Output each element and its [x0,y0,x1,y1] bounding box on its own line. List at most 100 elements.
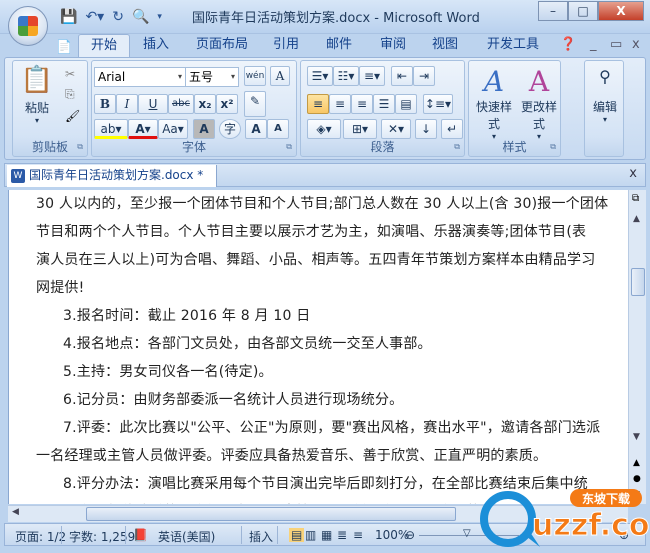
char-shading-button[interactable]: A [193,119,215,139]
outline-view-icon[interactable]: ≣ [337,528,347,542]
scroll-left-icon[interactable]: ◀ [12,507,19,517]
ruler-toggle-icon[interactable]: ⧉ [632,193,639,204]
align-center-button[interactable]: ≡ [329,94,351,114]
save-icon[interactable]: 💾 [60,9,77,25]
align-left-button[interactable]: ≡ [307,94,329,114]
tab-view[interactable]: 视图 [432,34,458,58]
superscript-button[interactable]: x² [216,94,238,114]
customize-qat-icon[interactable]: ▾ [157,12,162,22]
clear-formatting-icon[interactable]: ✎ [244,91,266,117]
document-line: 3.报名时间：截止 2016 年 8 月 10 日 [63,308,311,324]
horizontal-scroll-thumb[interactable] [86,507,456,521]
ribbon-minimize-icon[interactable]: _ [590,34,597,58]
office-button[interactable] [8,6,48,46]
copy-icon[interactable]: ⎘ [65,87,75,102]
help-icon[interactable]: ❓ [560,34,576,58]
tab-mailings[interactable]: 邮件 [326,34,352,58]
select-browse-object-icon[interactable]: ● [633,474,641,484]
print-layout-view-icon[interactable]: ▤ [289,528,305,542]
word-doc-icon: W [11,169,25,183]
page-indicator[interactable]: 页面: 1/2 [15,528,66,545]
document-page[interactable]: 30 人以内的，至少报一个团体节目和个人节目;部门总人数在 30 人以上(含 3… [8,190,628,504]
editing-button[interactable]: ⚲ 编辑 ▾ [587,67,623,124]
full-screen-reading-icon[interactable]: ▥ [305,528,316,542]
tab-review[interactable]: 审阅 [380,34,406,58]
sort-button[interactable]: ↓ [415,119,437,139]
web-layout-icon[interactable]: ▦ [321,528,332,542]
bullets-button[interactable]: ☰▾ [307,66,333,86]
print-preview-icon[interactable]: 🔍 [132,9,149,25]
phonetic-guide-button[interactable]: wén [244,66,266,86]
ribbon: 📋 粘贴 ▾ ✂ ⎘ 🖌 剪贴板 ⧉ Arial ▾ 五号 ▾ wén A B I … [4,57,646,160]
scroll-down-icon[interactable]: ▼ [633,432,640,442]
enclose-char-button[interactable]: 字 [219,119,241,139]
paragraph-launcher-icon[interactable]: ⧉ [454,142,460,152]
draft-view-icon[interactable]: ≡ [353,528,363,542]
ribbon-restore-icon[interactable]: ▭ [610,34,622,58]
proofing-icon[interactable]: 📕 [133,528,148,542]
show-marks-button[interactable]: ↵ [441,119,463,139]
close-button[interactable]: X [598,1,644,21]
font-group: Arial ▾ 五号 ▾ wén A B I U abc x₂ x² ✎ ab▾ A… [91,60,297,157]
tab-insert[interactable]: 插入 [143,34,169,58]
change-styles-button[interactable]: A 更改样式 ▾ [517,65,561,141]
shading-button[interactable]: ◈▾ [307,119,341,139]
close-document-button[interactable]: x [629,166,637,181]
svg-text:uzzf.com: uzzf.com [532,508,650,543]
align-right-button[interactable]: ≡ [351,94,373,114]
tab-references[interactable]: 引用 [273,34,299,58]
quick-access-toolbar: 💾 ↶▾ ↻ 🔍 ▾ [60,6,162,28]
tab-page-layout[interactable]: 页面布局 [196,34,248,58]
font-color-button[interactable]: A▾ [128,119,158,139]
clipboard-group: 📋 粘贴 ▾ ✂ ⎘ 🖌 剪贴板 ⧉ [12,60,88,157]
document-line: 一名经理或主管人员做评委。评委应具备热爱音乐、善于欣赏、正直严明的素质。 [36,448,548,464]
grow-font-button[interactable]: A [245,119,267,139]
borders-button[interactable]: ⊞▾ [343,119,377,139]
multilevel-list-button[interactable]: ≡▾ [359,66,385,86]
char-border-button[interactable]: A [270,66,290,86]
cut-icon[interactable]: ✂ [65,67,75,81]
redo-icon[interactable]: ↻ [112,9,124,25]
change-case-button[interactable]: Aa▾ [158,119,188,139]
shrink-font-button[interactable]: A [267,119,289,139]
language-indicator[interactable]: 英语(美国) [158,528,215,545]
quick-styles-button[interactable]: A 快速样式 ▾ [471,65,517,141]
uzzf-watermark-logo: 东坡下载 uzzf.com [470,485,650,550]
tab-home[interactable]: 开始 [78,34,131,58]
decrease-indent-button[interactable]: ⇤ [391,66,413,86]
bold-button[interactable]: B [94,94,116,114]
document-line: 7.评委：此次比赛以"公平、公正"为原则，要"赛出风格，赛出水平"，邀请各部门选… [63,420,601,436]
increase-indent-button[interactable]: ⇥ [413,66,435,86]
distributed-button[interactable]: ▤ [395,94,417,114]
strikethrough-button[interactable]: abc [168,94,194,114]
paste-button[interactable]: 📋 粘贴 ▾ [19,65,55,125]
justify-button[interactable]: ☰ [373,94,395,114]
minimize-button[interactable]: – [538,1,568,21]
numbering-button[interactable]: ☷▾ [333,66,359,86]
ribbon-close-icon[interactable]: x [632,34,640,58]
underline-button[interactable]: U [138,94,168,114]
scroll-thumb[interactable] [631,268,645,296]
subscript-button[interactable]: x₂ [194,94,216,114]
insert-mode[interactable]: 插入 [249,528,273,545]
line-spacing-button[interactable]: ↕≡▾ [423,94,453,114]
binoculars-icon: ⚲ [599,67,611,86]
styles-launcher-icon[interactable]: ⧉ [550,142,556,152]
tab-developer[interactable]: 开发工具 [487,34,539,58]
previous-page-icon[interactable]: ▲ [633,458,640,468]
window-title: 国际青年日活动策划方案.docx - Microsoft Word [192,11,480,26]
font-name-select[interactable]: Arial ▾ [94,67,186,87]
undo-icon[interactable]: ↶▾ [85,9,104,25]
zoom-out-icon[interactable]: ⊖ [405,528,415,542]
document-tab[interactable]: W 国际青年日活动策划方案.docx * [7,165,217,187]
scroll-up-icon[interactable]: ▲ [633,214,640,224]
format-painter-icon[interactable]: 🖌 [65,109,80,123]
font-launcher-icon[interactable]: ⧉ [286,142,292,152]
highlight-button[interactable]: ab▾ [94,119,128,139]
clipboard-launcher-icon[interactable]: ⧉ [77,142,83,152]
vertical-scrollbar[interactable]: ⧉ ▲ ▼ ▲ ● ▼ [628,190,646,504]
italic-button[interactable]: I [116,94,138,114]
maximize-button[interactable]: □ [568,1,598,21]
asian-layout-button[interactable]: ✕▾ [381,119,411,139]
font-size-select[interactable]: 五号 ▾ [185,67,239,87]
